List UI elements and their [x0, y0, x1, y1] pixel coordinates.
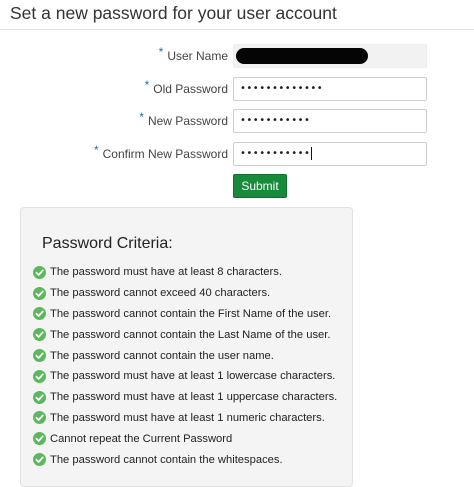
page-title: Set a new password for your user account	[10, 3, 337, 23]
check-circle-icon	[33, 411, 46, 425]
new-password-value: •••••••••••	[240, 115, 311, 126]
criteria-text: The password must have at least 1 numeri…	[50, 411, 325, 424]
check-circle-icon	[33, 369, 46, 383]
confirm-password-value: •••••••••••	[240, 148, 311, 159]
criteria-item: The password cannot contain the First Na…	[33, 304, 337, 325]
user-name-field	[233, 44, 427, 68]
old-password-row: * Old Password •••••••••••••	[0, 77, 474, 103]
confirm-password-label: * Confirm New Password	[94, 143, 228, 161]
check-circle-icon	[33, 390, 46, 404]
check-circle-icon	[33, 432, 46, 446]
criteria-text: The password cannot contain the First Na…	[50, 307, 332, 320]
criteria-item: The password cannot contain the whitespa…	[33, 449, 337, 470]
criteria-text: Cannot repeat the Current Password	[50, 432, 233, 445]
check-circle-icon	[33, 307, 46, 321]
check-circle-icon	[33, 286, 46, 300]
criteria-item: The password cannot contain the user nam…	[33, 345, 337, 366]
old-password-label: * Old Password	[145, 78, 228, 96]
criteria-text: The password cannot contain the whitespa…	[50, 453, 283, 466]
check-circle-icon	[33, 328, 46, 342]
confirm-password-field[interactable]: •••••••••••	[233, 142, 427, 166]
user-name-row: * User Name	[0, 44, 474, 70]
user-name-label: * User Name	[159, 45, 228, 63]
criteria-item: The password cannot exceed 40 characters…	[33, 283, 337, 304]
check-circle-icon	[33, 349, 46, 363]
criteria-item: The password must have at least 8 charac…	[33, 262, 337, 283]
submit-button[interactable]: Submit	[233, 174, 287, 198]
criteria-item: The password must have at least 1 lowerc…	[33, 366, 337, 387]
criteria-list: The password must have at least 8 charac…	[33, 262, 337, 470]
password-criteria-panel: Password Criteria: The password must hav…	[20, 207, 353, 487]
criteria-text: The password cannot contain the Last Nam…	[50, 328, 331, 341]
old-password-label-text: Old Password	[153, 82, 228, 96]
required-marker: *	[139, 110, 144, 124]
new-password-field[interactable]: •••••••••••	[233, 109, 427, 133]
title-divider	[0, 29, 474, 30]
criteria-item: The password must have at least 1 upperc…	[33, 387, 337, 408]
confirm-password-label-text: Confirm New Password	[102, 147, 228, 161]
criteria-text: The password cannot exceed 40 characters…	[50, 287, 271, 300]
criteria-text: The password must have at least 1 lowerc…	[50, 370, 336, 383]
criteria-item: The password must have at least 1 numeri…	[33, 408, 337, 429]
criteria-title: Password Criteria:	[42, 235, 173, 252]
text-caret	[311, 146, 313, 160]
criteria-item: The password cannot contain the Last Nam…	[33, 324, 337, 345]
check-circle-icon	[33, 265, 46, 279]
user-name-label-text: User Name	[167, 49, 228, 63]
new-password-label-text: New Password	[147, 114, 228, 128]
new-password-label: * New Password	[139, 110, 228, 128]
old-password-field[interactable]: •••••••••••••	[233, 77, 427, 101]
new-password-row: * New Password •••••••••••	[0, 109, 474, 135]
criteria-text: The password must have at least 1 upperc…	[50, 391, 338, 404]
required-marker: *	[158, 45, 164, 59]
criteria-text: The password cannot contain the user nam…	[50, 349, 274, 362]
required-marker: *	[93, 143, 99, 157]
criteria-text: The password must have at least 8 charac…	[50, 266, 282, 279]
required-marker: *	[144, 78, 150, 92]
old-password-value: •••••••••••••	[240, 83, 324, 94]
confirm-password-row: * Confirm New Password •••••••••••	[0, 142, 474, 168]
check-circle-icon	[33, 453, 46, 467]
redaction-mark	[236, 48, 368, 64]
criteria-item: Cannot repeat the Current Password	[33, 428, 337, 449]
